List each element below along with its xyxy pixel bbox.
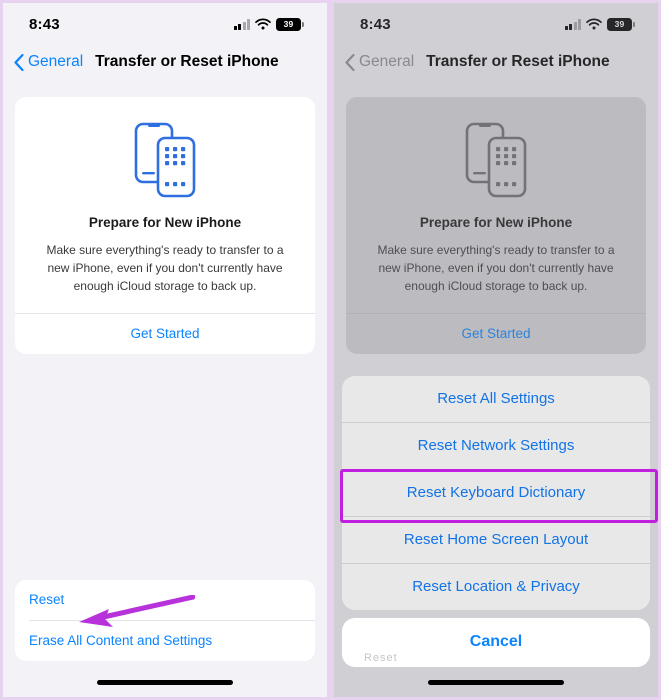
status-bar: 8:43 39 [334,3,658,41]
action-sheet-options-group: Reset All Settings Reset Network Setting… [342,376,650,664]
left-phone-screen: 8:43 39 General Transfer or Reset iPhone… [3,3,327,697]
cellular-bars-icon [564,18,581,30]
page-title: Transfer or Reset iPhone [95,53,279,70]
two-iphones-icon [35,119,295,201]
prepare-new-iphone-card: Prepare for New iPhone Make sure everyth… [346,97,646,354]
battery-percent-label: 39 [283,18,294,29]
status-bar-indicators: 39 [233,17,304,31]
prepare-new-iphone-card: Prepare for New iPhone Make sure everyth… [15,97,315,354]
back-button-label[interactable]: General [28,53,83,71]
chevron-left-icon[interactable] [13,53,25,72]
action-sheet-item-reset-all-settings[interactable]: Reset All Settings [342,376,650,422]
status-bar-indicators: 39 [564,17,635,31]
card-description: Make sure everything's ready to transfer… [46,243,284,293]
erase-all-content-row[interactable]: Erase All Content and Settings [15,621,315,661]
panel-divider [327,3,334,697]
cellular-bars-icon [233,18,250,30]
nav-bar: General Transfer or Reset iPhone [334,41,658,75]
status-bar-clock: 8:43 [360,15,391,33]
card-description: Make sure everything's ready to transfer… [377,243,615,293]
action-sheet-item-reset-home-screen-layout[interactable]: Reset Home Screen Layout [342,517,650,563]
card-body: Prepare for New iPhone Make sure everyth… [15,97,315,313]
home-indicator [428,680,564,685]
card-title: Prepare for New iPhone [88,215,242,230]
reset-options-list: Reset Erase All Content and Settings [15,580,315,661]
battery-icon: 39 [276,17,304,31]
wifi-icon [255,18,271,30]
home-indicator [97,680,233,685]
page-title: Transfer or Reset iPhone [426,53,610,70]
chevron-left-icon[interactable] [344,53,356,72]
right-phone-screen: 8:43 39 General Transfer or Reset iPhone… [334,3,658,697]
status-bar-clock: 8:43 [29,15,60,33]
screenshot-frame: 8:43 39 General Transfer or Reset iPhone… [0,0,661,700]
reset-action-sheet: Reset All Settings Reset Network Setting… [342,376,650,667]
battery-icon: 39 [607,17,635,31]
back-button-label[interactable]: General [359,53,414,71]
card-body: Prepare for New iPhone Make sure everyth… [346,97,646,313]
action-sheet-item-reset-keyboard-dictionary[interactable]: Reset Keyboard Dictionary [342,470,650,516]
battery-percent-label: 39 [614,18,625,29]
action-sheet-item-reset-location-privacy[interactable]: Reset Location & Privacy [342,564,650,610]
two-iphones-icon [366,119,626,201]
get-started-button[interactable]: Get Started [346,314,646,354]
wifi-icon [586,18,602,30]
nav-bar: General Transfer or Reset iPhone [3,41,327,75]
get-started-button[interactable]: Get Started [15,314,315,354]
status-bar: 8:43 39 [3,3,327,41]
reset-row[interactable]: Reset [15,580,315,620]
action-sheet-item-reset-network-settings[interactable]: Reset Network Settings [342,423,650,469]
card-title: Prepare for New iPhone [419,215,573,230]
